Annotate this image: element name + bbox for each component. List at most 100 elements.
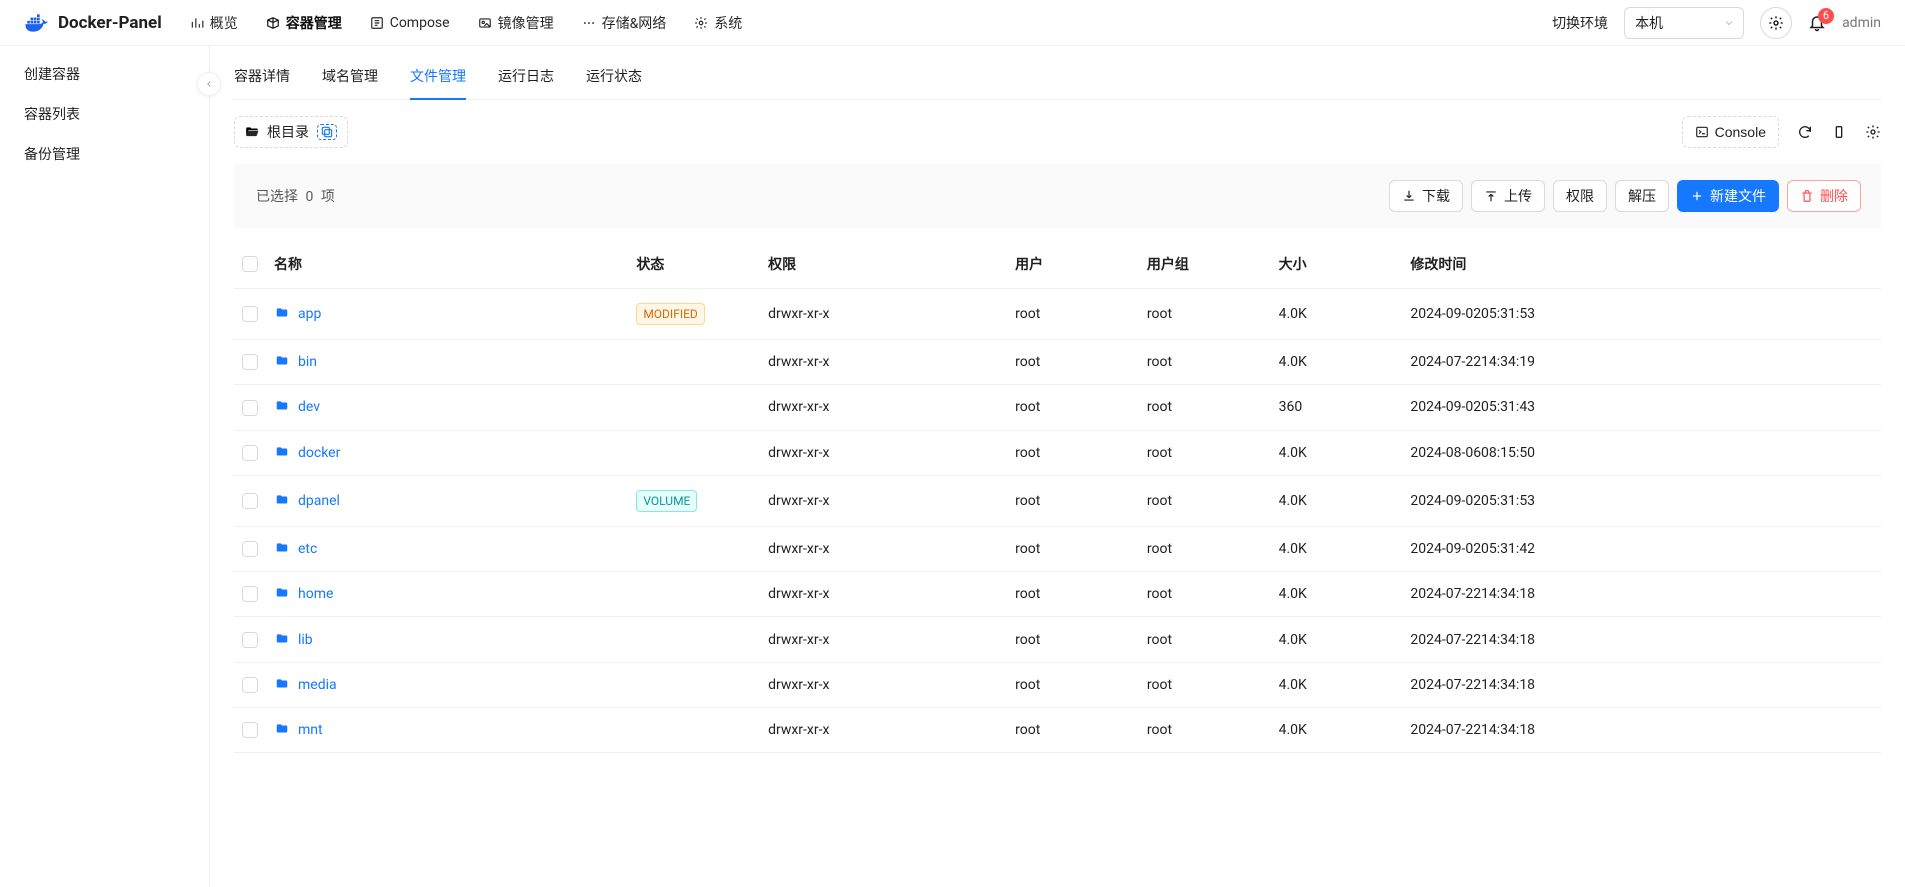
row-checkbox[interactable]: [242, 400, 258, 416]
folder-icon: [274, 541, 290, 555]
menu-label: Compose: [390, 15, 450, 31]
col-status: 状态: [628, 240, 760, 289]
file-name-link[interactable]: home: [274, 586, 333, 602]
cell-group: root: [1139, 526, 1271, 571]
cell-mtime: 2024-09-0205:31:53: [1402, 475, 1881, 526]
cell-mtime: 2024-09-0205:31:53: [1402, 289, 1881, 340]
file-name-link[interactable]: mnt: [274, 722, 323, 738]
sidebar-item-1[interactable]: 容器列表: [0, 94, 209, 134]
tab-2[interactable]: 文件管理: [410, 54, 466, 100]
download-button[interactable]: 下载: [1389, 180, 1463, 212]
folder-icon: [274, 677, 290, 691]
row-checkbox[interactable]: [242, 632, 258, 648]
settings-button[interactable]: [1760, 7, 1792, 39]
breadcrumb-copy[interactable]: [317, 124, 337, 140]
cell-group: root: [1139, 385, 1271, 430]
file-name-link[interactable]: media: [274, 677, 337, 693]
topmenu-item-1[interactable]: 容器管理: [266, 13, 342, 33]
tab-1[interactable]: 域名管理: [322, 54, 378, 100]
col-group: 用户组: [1139, 240, 1271, 289]
env-select[interactable]: 本机: [1624, 7, 1744, 39]
status-badge: VOLUME: [636, 490, 697, 512]
tab-3[interactable]: 运行日志: [498, 54, 554, 100]
tab-0[interactable]: 容器详情: [234, 54, 290, 100]
file-table: 名称 状态 权限 用户 用户组 大小 修改时间 app MODIFIED drw…: [234, 240, 1881, 753]
topmenu-item-5[interactable]: 系统: [694, 13, 742, 33]
row-checkbox[interactable]: [242, 445, 258, 461]
chevron-left-icon: [204, 79, 214, 89]
row-checkbox[interactable]: [242, 306, 258, 322]
menu-label: 系统: [714, 13, 742, 33]
file-name-link[interactable]: lib: [274, 632, 313, 648]
new-file-button[interactable]: 新建文件: [1677, 180, 1779, 212]
plus-icon: [1690, 189, 1704, 203]
cell-user: root: [1007, 572, 1139, 617]
cell-user: root: [1007, 385, 1139, 430]
selection-count: 0: [305, 189, 313, 205]
upload-button[interactable]: 上传: [1471, 180, 1545, 212]
sidebar-item-2[interactable]: 备份管理: [0, 134, 209, 174]
file-name-link[interactable]: bin: [274, 354, 317, 370]
brand[interactable]: Docker-Panel: [24, 13, 162, 33]
sidebar-collapse-button[interactable]: [197, 72, 221, 96]
file-name-link[interactable]: app: [274, 306, 321, 322]
row-checkbox[interactable]: [242, 677, 258, 693]
delete-button[interactable]: 删除: [1787, 180, 1861, 212]
table-row: dpanel VOLUME drwxr-xr-x root root 4.0K …: [234, 475, 1881, 526]
main: 容器详情域名管理文件管理运行日志运行状态 根目录 Console: [210, 46, 1905, 887]
select-all-checkbox[interactable]: [242, 256, 258, 272]
file-name-link[interactable]: dev: [274, 399, 320, 415]
col-size: 大小: [1271, 240, 1403, 289]
col-name: 名称: [266, 240, 628, 289]
row-checkbox[interactable]: [242, 586, 258, 602]
row-checkbox[interactable]: [242, 354, 258, 370]
topmenu-item-2[interactable]: Compose: [370, 15, 450, 31]
console-button[interactable]: Console: [1682, 116, 1779, 148]
selection-bar: 已选择 0 项 下载 上传 权限 解压: [234, 164, 1881, 228]
folder-open-icon: [245, 125, 259, 139]
topmenu: 概览 容器管理 Compose 镜像管理 存储&网络 系统: [190, 13, 743, 33]
breadcrumb[interactable]: 根目录: [234, 116, 348, 148]
menu-icon: [582, 16, 596, 30]
upload-label: 上传: [1504, 186, 1532, 206]
folder-icon: [274, 354, 290, 368]
file-name-link[interactable]: etc: [274, 541, 317, 557]
cell-mtime: 2024-07-2214:34:19: [1402, 340, 1881, 385]
folder-icon: [274, 493, 290, 507]
row-checkbox[interactable]: [242, 493, 258, 509]
trash-icon: [1800, 189, 1814, 203]
topmenu-item-0[interactable]: 概览: [190, 13, 238, 33]
env-select-value: 本机: [1635, 13, 1663, 33]
row-checkbox[interactable]: [242, 722, 258, 738]
terminal-icon: [1695, 125, 1709, 139]
tab-4[interactable]: 运行状态: [586, 54, 642, 100]
row-checkbox[interactable]: [242, 541, 258, 557]
download-icon: [1402, 189, 1416, 203]
topnav: Docker-Panel 概览容器管理Compose镜像管理存储&网络系统 切换…: [0, 0, 1905, 46]
topmenu-item-3[interactable]: 镜像管理: [478, 13, 554, 33]
sidebar-item-0[interactable]: 创建容器: [0, 54, 209, 94]
menu-label: 概览: [210, 13, 238, 33]
unzip-button[interactable]: 解压: [1615, 180, 1669, 212]
file-name-link[interactable]: docker: [274, 445, 340, 461]
cell-size: 360: [1271, 385, 1403, 430]
settings-icon[interactable]: [1865, 124, 1881, 140]
download-label: 下载: [1422, 186, 1450, 206]
reload-icon[interactable]: [1797, 124, 1813, 140]
cell-perm: drwxr-xr-x: [760, 708, 1007, 753]
sidebar: 创建容器容器列表备份管理: [0, 46, 210, 887]
menu-label: 存储&网络: [602, 13, 667, 33]
selection-prefix: 已选择: [256, 189, 298, 205]
permission-button[interactable]: 权限: [1553, 180, 1607, 212]
current-user[interactable]: admin: [1842, 15, 1881, 31]
cell-mtime: 2024-07-2214:34:18: [1402, 617, 1881, 662]
tabs: 容器详情域名管理文件管理运行日志运行状态: [234, 46, 1881, 100]
column-guide-icon[interactable]: [1831, 124, 1847, 140]
topmenu-item-4[interactable]: 存储&网络: [582, 13, 667, 33]
cell-group: root: [1139, 430, 1271, 475]
cell-group: root: [1139, 662, 1271, 707]
folder-icon: [274, 399, 290, 413]
file-name-link[interactable]: dpanel: [274, 493, 340, 509]
col-perm: 权限: [760, 240, 1007, 289]
notifications-button[interactable]: 6: [1808, 14, 1826, 32]
